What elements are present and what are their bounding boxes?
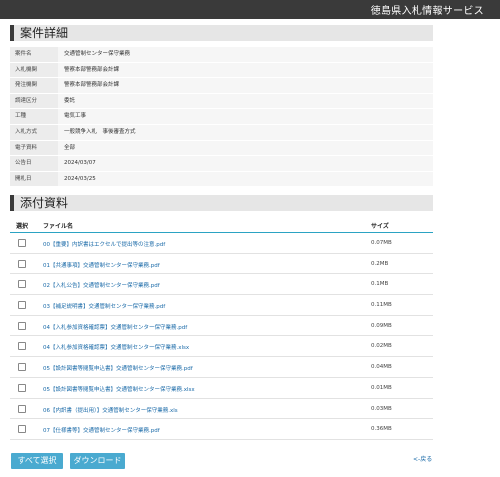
detail-label: 調達区分 — [10, 93, 58, 109]
file-checkbox[interactable] — [18, 280, 26, 289]
detail-row: 入札機関 警察本部警務部会計課 — [10, 62, 433, 79]
file-size: 0.1MB — [371, 281, 389, 288]
file-checkbox[interactable] — [18, 301, 26, 310]
detail-value: 警察本部警務部会計課 — [58, 62, 433, 78]
file-link[interactable]: 05【設計図書等閲覧申込書】交通管制センター保守業務.pdf — [43, 364, 193, 372]
table-row: 05【設計図書等閲覧申込書】交通管制センター保守業務.xlsx 0.01MB — [10, 378, 433, 399]
back-link[interactable]: <-戻る — [413, 454, 432, 463]
detail-label: 案件名 — [10, 47, 58, 62]
detail-label: 開札日 — [10, 171, 58, 187]
detail-value: 交通管制センター保守業務 — [58, 47, 433, 62]
file-checkbox[interactable] — [18, 363, 26, 372]
file-size: 0.04MB — [371, 364, 392, 371]
detail-value: 2024/03/07 — [58, 156, 433, 171]
file-checkbox[interactable] — [18, 404, 26, 413]
section-heading-attachments: 添付資料 — [10, 195, 433, 211]
detail-row: 工種 電気工事 — [10, 109, 433, 125]
section-heading-details: 案件詳細 — [10, 25, 433, 41]
table-header: 選択 ファイル名 サイズ — [10, 217, 433, 233]
column-header-filename: ファイル名 — [43, 223, 74, 230]
file-size: 0.36MB — [371, 426, 392, 433]
top-bar: 徳島県入札情報サービス — [0, 0, 500, 19]
detail-value: 2024/03/25 — [58, 171, 433, 187]
select-all-button[interactable]: すべて選択 — [11, 453, 63, 469]
file-size: 0.03MB — [371, 405, 392, 412]
file-size: 0.07MB — [371, 240, 392, 246]
file-checkbox[interactable] — [18, 425, 26, 434]
detail-value: 電気工事 — [58, 109, 433, 124]
table-row: 00【重要】内訳書はエクセルで提出等の注意.pdf 0.07MB — [10, 233, 433, 254]
file-checkbox[interactable] — [18, 383, 26, 392]
detail-label: 公告日 — [10, 156, 58, 171]
detail-label: 電子資料 — [10, 140, 58, 156]
file-checkbox[interactable] — [18, 239, 26, 247]
detail-value: 一般競争入札 事後審査方式 — [58, 124, 433, 140]
detail-row: 公告日 2024/03/07 — [10, 156, 433, 172]
detail-label: 入札方式 — [10, 124, 58, 140]
file-checkbox[interactable] — [18, 321, 26, 330]
detail-label: 入札機関 — [10, 62, 58, 78]
table-row: 03【補足説明書】交通管制センター保守業務.pdf 0.11MB — [10, 295, 433, 316]
file-size: 0.2MB — [371, 260, 389, 267]
file-link[interactable]: 03【補足説明書】交通管制センター保守業務.pdf — [43, 302, 165, 310]
file-link[interactable]: 02【入札公告】交通管制センター保守業務.pdf — [43, 281, 160, 289]
detail-value: 委託 — [58, 93, 433, 109]
file-size: 0.09MB — [371, 322, 392, 329]
file-checkbox[interactable] — [18, 342, 26, 351]
section-title: 添付資料 — [20, 196, 69, 210]
section-title: 案件詳細 — [20, 26, 69, 40]
table-row: 07【仕様書等】交通管制センター保守業務.pdf 0.36MB — [10, 419, 433, 440]
file-link[interactable]: 06【内訳書（提出用）】交通管制センター保守業務.xls — [43, 406, 178, 414]
detail-label: 発注機関 — [10, 78, 58, 93]
download-button[interactable]: ダウンロード — [70, 453, 125, 469]
column-header-size: サイズ — [371, 223, 389, 230]
detail-row: 電子資料 全部 — [10, 140, 433, 157]
detail-row: 発注機関 警察本部警務部会計課 — [10, 78, 433, 94]
file-size: 0.01MB — [371, 384, 392, 391]
detail-row: 調達区分 委託 — [10, 93, 433, 110]
file-checkbox[interactable] — [18, 259, 26, 268]
attachment-rows: 00【重要】内訳書はエクセルで提出等の注意.pdf 0.07MB 01【共通事項】交… — [10, 233, 433, 440]
file-link[interactable]: 05【設計図書等閲覧申込書】交通管制センター保守業務.xlsx — [43, 385, 195, 393]
file-size: 0.11MB — [371, 302, 392, 309]
file-link[interactable]: 00【重要】内訳書はエクセルで提出等の注意.pdf — [43, 240, 165, 248]
site-title: 徳島県入札情報サービス — [370, 6, 484, 17]
table-row: 06【内訳書（提出用）】交通管制センター保守業務.xls 0.03MB — [10, 399, 433, 420]
detail-row: 開札日 2024/03/25 — [10, 171, 433, 188]
detail-table: 案件名 交通管制センター保守業務 入札機関 警察本部警務部会計課 発注機関 警察本部警務部… — [10, 47, 433, 188]
table-row: 01【共通事項】交通管制センター保守業務.pdf 0.2MB — [10, 254, 433, 275]
detail-row: 入札方式 一般競争入札 事後審査方式 — [10, 124, 433, 141]
table-row: 04【入札参加資格確認票】交通管制センター保守業務.xlsx 0.02MB — [10, 336, 433, 358]
table-row: 04【入札参加資格確認票】交通管制センター保守業務.pdf 0.09MB — [10, 316, 433, 337]
detail-label: 工種 — [10, 109, 58, 124]
table-row: 05【設計図書等閲覧申込書】交通管制センター保守業務.pdf 0.04MB — [10, 357, 433, 378]
file-link[interactable]: 07【仕様書等】交通管制センター保守業務.pdf — [43, 426, 160, 434]
table-row: 02【入札公告】交通管制センター保守業務.pdf 0.1MB — [10, 274, 433, 296]
detail-value: 警察本部警務部会計課 — [58, 78, 433, 93]
file-link[interactable]: 04【入札参加資格確認票】交通管制センター保守業務.pdf — [43, 323, 187, 331]
detail-row: 案件名 交通管制センター保守業務 — [10, 47, 433, 63]
column-header-select: 選択 — [16, 223, 29, 230]
detail-value: 全部 — [58, 140, 433, 156]
file-size: 0.02MB — [371, 343, 392, 350]
file-link[interactable]: 04【入札参加資格確認票】交通管制センター保守業務.xlsx — [43, 343, 189, 351]
file-link[interactable]: 01【共通事項】交通管制センター保守業務.pdf — [43, 261, 160, 269]
attachment-table: 選択 ファイル名 サイズ 00【重要】内訳書はエクセルで提出等の注意.pdf 0.… — [10, 217, 433, 440]
